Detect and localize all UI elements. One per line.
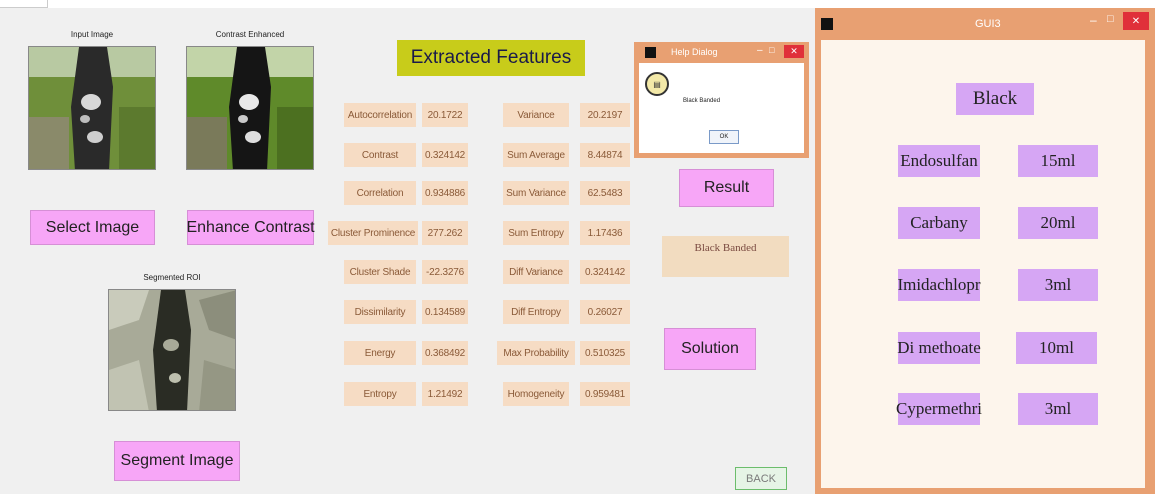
treatment-name: Carbany (898, 207, 980, 239)
back-button[interactable]: BACK (735, 467, 787, 490)
feature-value: 0.368492 (422, 341, 468, 365)
enhanced-image (186, 46, 314, 170)
help-dialog-message: Black Banded (683, 98, 721, 104)
segmented-roi-image (108, 289, 236, 411)
feature-value: 0.26027 (580, 300, 630, 324)
help-info-icon: ▤ (645, 72, 669, 96)
treatment-name: Cypermethri (896, 393, 982, 425)
app-icon (645, 47, 656, 58)
feature-label: Contrast (344, 143, 416, 167)
feature-label: Energy (344, 341, 416, 365)
feature-value: 20.2197 (580, 103, 630, 127)
feature-label: Dissimilarity (344, 300, 416, 324)
treatment-name: Endosulfan (898, 145, 980, 177)
segmented-roi-caption: Segmented ROI (143, 273, 201, 282)
enhanced-image-caption: Contrast Enhanced (215, 30, 285, 39)
treatment-dose: 15ml (1018, 145, 1098, 177)
maximize-button[interactable]: □ (1107, 13, 1114, 25)
feature-label: Cluster Shade (344, 260, 416, 284)
feature-label: Variance (503, 103, 569, 127)
result-text-box: Black Banded (662, 236, 789, 277)
feature-label: Sum Variance (503, 181, 569, 205)
select-image-button[interactable]: Select Image (30, 210, 155, 245)
treatment-name: Imidachlopr (897, 269, 981, 301)
feature-label: Diff Variance (503, 260, 569, 284)
feature-value: 0.134589 (422, 300, 468, 324)
feature-label: Cluster Prominence (328, 221, 418, 245)
treatment-dose: 3ml (1018, 393, 1098, 425)
minimize-button[interactable]: – (757, 45, 763, 56)
treatment-name: Di methoate (897, 332, 981, 364)
feature-label: Sum Entropy (503, 221, 569, 245)
input-image-graphic (29, 47, 155, 169)
help-dialog-titlebar: Help Dialog – □ ✕ (639, 42, 804, 63)
maximize-button[interactable]: □ (769, 45, 774, 55)
gui3-title: GUI3 (975, 18, 1001, 30)
feature-value: 0.510325 (580, 341, 630, 365)
input-image (28, 46, 156, 170)
feature-value: 277.262 (422, 221, 468, 245)
enhanced-image-graphic (187, 47, 313, 169)
disease-label: Black (956, 83, 1034, 115)
input-image-caption: Input Image (70, 30, 114, 39)
corner-tab (0, 0, 48, 8)
feature-value: 0.324142 (422, 143, 468, 167)
feature-label: Correlation (344, 181, 416, 205)
app-icon (821, 18, 833, 30)
feature-value: 0.959481 (580, 382, 630, 406)
feature-value: 62.5483 (580, 181, 630, 205)
treatment-dose: 3ml (1018, 269, 1098, 301)
feature-value: 0.324142 (580, 260, 630, 284)
minimize-button[interactable]: – (1090, 13, 1097, 27)
close-button[interactable]: ✕ (1123, 12, 1149, 30)
feature-value: 1.17436 (580, 221, 630, 245)
feature-value: -22.3276 (422, 260, 468, 284)
extracted-features-title: Extracted Features (397, 40, 585, 76)
feature-label: Max Probability (497, 341, 575, 365)
feature-label: Autocorrelation (344, 103, 416, 127)
enhance-contrast-button[interactable]: Enhance Contrast (186, 210, 315, 245)
treatment-dose: 10ml (1016, 332, 1097, 364)
help-dialog-title: Help Dialog (671, 47, 718, 57)
solution-button[interactable]: Solution (664, 328, 756, 370)
close-button[interactable]: ✕ (784, 45, 804, 58)
feature-value: 1.21492 (422, 382, 468, 406)
gui3-window: GUI3 – □ ✕ (815, 8, 1155, 494)
help-dialog-ok-button[interactable]: OK (709, 130, 739, 144)
treatment-dose: 20ml (1018, 207, 1098, 239)
feature-value: 0.934886 (422, 181, 468, 205)
help-dialog: Help Dialog – □ ✕ ▤ Black Banded OK (634, 42, 809, 158)
feature-label: Entropy (344, 382, 416, 406)
feature-value: 8.44874 (580, 143, 630, 167)
feature-value: 20.1722 (422, 103, 468, 127)
feature-label: Sum Average (503, 143, 569, 167)
result-button[interactable]: Result (679, 169, 774, 207)
feature-label: Homogeneity (503, 382, 569, 406)
feature-label: Diff Entropy (503, 300, 569, 324)
segmented-roi-graphic (109, 290, 235, 410)
segment-image-button[interactable]: Segment Image (114, 441, 240, 481)
